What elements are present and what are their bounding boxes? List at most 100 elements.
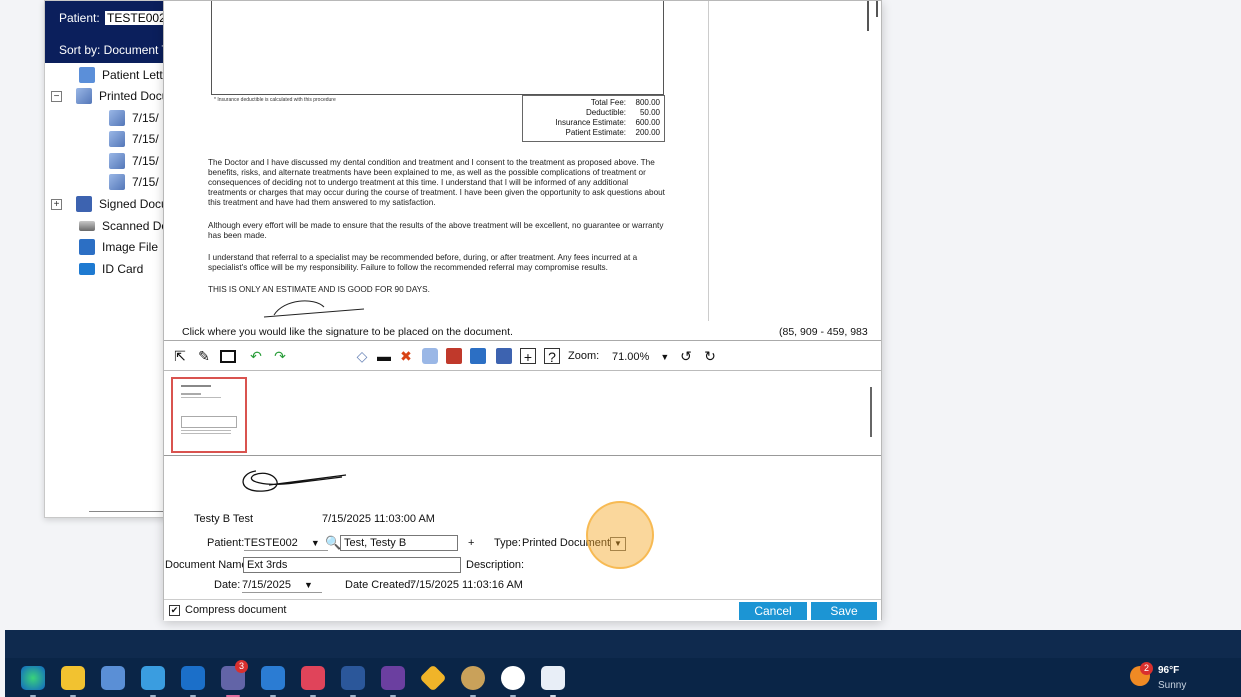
- tree-item-scanned-documents[interactable]: Scanned Do: [79, 216, 168, 236]
- page-thumbnail[interactable]: [171, 377, 247, 453]
- tree-item-signed-documents[interactable]: + Signed Docu: [51, 194, 168, 214]
- thumbnail-strip: [164, 372, 881, 456]
- warranty-paragraph: Although every effort will be made to en…: [208, 221, 664, 240]
- delete-icon[interactable]: ✖: [398, 348, 414, 364]
- signature-dialog: * Insurance deductible is calculated wit…: [163, 0, 882, 621]
- image-file-icon: [79, 239, 95, 255]
- power-automate-icon[interactable]: [381, 666, 405, 697]
- captured-signature: [242, 470, 347, 492]
- scanned-doc-icon: [79, 221, 95, 231]
- compress-label: Compress document: [185, 604, 287, 616]
- document-signature-preview: [263, 300, 365, 318]
- scanner-icon[interactable]: ▬: [376, 348, 392, 364]
- signature-coordinates: (85, 909 - 459, 983: [779, 326, 868, 338]
- procedure-table-box: [211, 1, 664, 95]
- word-icon[interactable]: [341, 666, 365, 697]
- teams-badge: 3: [235, 660, 248, 673]
- sort-by-bar[interactable]: Sort by: Document T: [45, 39, 173, 63]
- thumbnail-scrollbar[interactable]: [870, 387, 872, 437]
- tree-item-printed-2[interactable]: 7/15/: [109, 129, 159, 149]
- app-grid-icon[interactable]: [261, 666, 285, 697]
- printed-doc-icon: [109, 131, 125, 147]
- collapse-icon[interactable]: −: [51, 90, 62, 102]
- edge-icon[interactable]: [21, 666, 45, 697]
- outlook-icon[interactable]: [181, 666, 205, 697]
- cost-row: Deductible: 50.00: [585, 108, 660, 117]
- patient-name-field[interactable]: Test, Testy B: [340, 535, 458, 551]
- document-name-field[interactable]: Ext 3rds: [243, 557, 461, 573]
- cost-row: Patient Estimate: 200.00: [565, 128, 660, 137]
- signature-form: Testy B Test 7/15/2025 11:03:00 AM Patie…: [164, 457, 881, 597]
- cost-summary: Total Fee: 800.00 Deductible: 50.00 Insura…: [522, 95, 665, 142]
- cost-row: Total Fee: 800.00: [590, 98, 660, 107]
- file-explorer-icon[interactable]: [61, 666, 85, 697]
- letter-doc-icon: [79, 67, 95, 83]
- save-doc-icon[interactable]: [470, 348, 486, 364]
- description-label: Description:: [466, 559, 525, 571]
- tree-item-printed-documents[interactable]: − Printed Docu: [51, 86, 168, 106]
- tree-item-printed-3[interactable]: 7/15/: [109, 151, 159, 171]
- document-viewer[interactable]: * Insurance deductible is calculated wit…: [164, 1, 881, 341]
- document-name-label: Document Name:: [165, 559, 251, 571]
- compress-checkbox[interactable]: ✔: [169, 605, 180, 616]
- tree-item-id-card[interactable]: ID Card: [79, 259, 143, 279]
- document-page[interactable]: * Insurance deductible is calculated wit…: [199, 1, 709, 321]
- deductible-note: * Insurance deductible is calculated wit…: [214, 97, 336, 103]
- print-doc-icon[interactable]: [422, 348, 438, 364]
- signed-timestamp: 7/15/2025 11:03:00 AM: [322, 513, 435, 525]
- expand-icon[interactable]: +: [51, 198, 62, 210]
- search-icon[interactable]: 🔍: [325, 535, 341, 551]
- patient-id-field[interactable]: TESTE002: [105, 11, 168, 25]
- tree-item-patient-letter[interactable]: Patient Lette: [79, 65, 169, 85]
- add-patient-button[interactable]: +: [468, 537, 474, 549]
- printed-doc-icon: [109, 174, 125, 190]
- vertical-scrollbar-2[interactable]: [876, 1, 878, 17]
- undo-icon[interactable]: ↺: [678, 348, 694, 364]
- viewer-toolbar: ⇱ ✎ ↶ ↷ ◇ ▬ ✖ + ? Zoom: 71.00% ▼ ↺ ↻: [164, 343, 881, 371]
- type-label: Type:: [494, 537, 521, 549]
- dentrix-icon[interactable]: [501, 666, 525, 697]
- date-label: Date:: [214, 579, 241, 591]
- save-button[interactable]: Save: [811, 602, 877, 620]
- pen-tool-icon[interactable]: ✎: [196, 348, 212, 364]
- weather-temperature[interactable]: 96°F: [1158, 665, 1179, 676]
- diamond-app-icon[interactable]: [419, 664, 447, 692]
- date-picker[interactable]: 7/15/2025 ▼: [242, 579, 322, 593]
- flashcard-app-icon[interactable]: [301, 666, 325, 697]
- pointer-tool-icon[interactable]: ⇱: [172, 348, 188, 364]
- signed-doc-icon: [76, 196, 92, 212]
- vertical-scrollbar[interactable]: [867, 1, 869, 31]
- eraser-icon[interactable]: ◇: [354, 348, 370, 364]
- store-icon[interactable]: [101, 666, 125, 690]
- outlook-new-icon[interactable]: [141, 666, 165, 697]
- teams-icon[interactable]: 3: [221, 660, 248, 697]
- zoom-select[interactable]: 71.00% ▼: [612, 351, 669, 363]
- date-created-value: 7/15/2025 11:03:16 AM: [410, 579, 523, 591]
- tree-item-printed-4[interactable]: 7/15/: [109, 172, 159, 192]
- document-app-icon[interactable]: [541, 666, 565, 697]
- help-icon[interactable]: ?: [544, 348, 560, 365]
- pdf-icon[interactable]: [446, 348, 462, 364]
- consent-paragraph: The Doctor and I have discussed my denta…: [208, 158, 665, 207]
- printed-doc-icon: [109, 153, 125, 169]
- referral-paragraph: I understand that referral to a speciali…: [208, 253, 638, 272]
- taskbar: 3: [5, 658, 1241, 697]
- rotate-right-icon[interactable]: ↷: [272, 348, 288, 364]
- chevron-down-icon: ▼: [310, 538, 320, 548]
- cost-row: Insurance Estimate: 600.00: [555, 118, 660, 127]
- estimate-notice: THIS IS ONLY AN ESTIMATE AND IS GOOD FOR…: [208, 285, 430, 294]
- rectangle-tool-icon[interactable]: [220, 350, 236, 363]
- dialog-footer: ✔ Compress document Cancel Save: [164, 599, 881, 621]
- cancel-button[interactable]: Cancel: [739, 602, 807, 620]
- tree-item-printed-1[interactable]: 7/15/: [109, 108, 159, 128]
- sign-doc-icon[interactable]: [496, 348, 512, 364]
- redo-icon[interactable]: ↻: [702, 348, 718, 364]
- chicken-app-icon[interactable]: [461, 666, 485, 697]
- fit-page-icon[interactable]: +: [520, 348, 536, 365]
- tree-item-image-file[interactable]: Image File: [79, 237, 158, 257]
- rotate-left-icon[interactable]: ↶: [248, 348, 264, 364]
- weather-condition[interactable]: Sunny: [1158, 680, 1186, 691]
- document-tree-window: Patient: TESTE002 Sort by: Document T Pa…: [44, 0, 175, 518]
- patient-id-select[interactable]: TESTE002 ▼: [244, 537, 328, 551]
- chevron-down-icon: ▼: [660, 352, 670, 362]
